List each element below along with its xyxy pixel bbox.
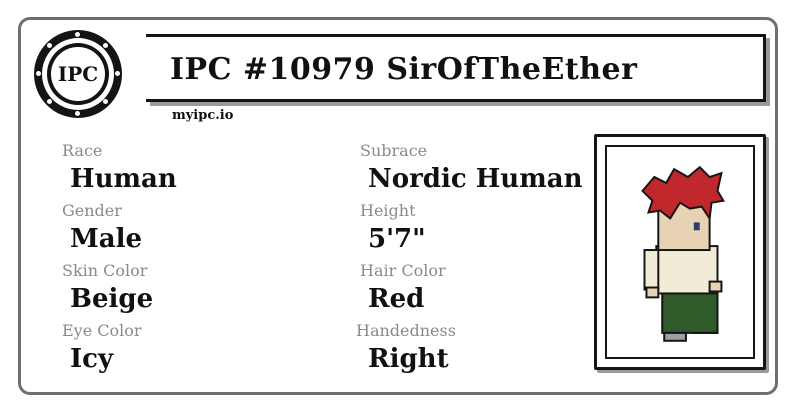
eye-color-label: Eye Color: [62, 321, 142, 340]
skin-color-label: Skin Color: [62, 261, 148, 280]
eye-color-value: Icy: [70, 344, 114, 374]
subrace-value: Nordic Human: [368, 164, 583, 194]
race-label: Race: [62, 141, 103, 160]
subrace-label: Subrace: [360, 141, 428, 160]
card-title: IPC #10979 SirOfTheEther: [170, 52, 638, 87]
height-label: Height: [360, 201, 416, 220]
hair-color-value: Red: [368, 284, 425, 314]
seal-dot: [47, 43, 52, 48]
seal-text: IPC: [57, 62, 99, 86]
seal-dot: [103, 99, 108, 104]
seal-dot: [75, 111, 80, 116]
seal-dot: [103, 43, 108, 48]
seal-dot: [47, 99, 52, 104]
seal-dot: [115, 71, 120, 76]
ipc-seal-logo: IPC: [34, 30, 122, 118]
handedness-label: Handedness: [356, 321, 456, 340]
race-value: Human: [70, 164, 177, 194]
seal-dot: [75, 32, 80, 37]
hair-color-label: Hair Color: [360, 261, 446, 280]
portrait-panel: [605, 145, 755, 359]
gender-label: Gender: [62, 201, 122, 220]
height-value: 5'7": [368, 224, 426, 254]
character-portrait-icon: [641, 165, 725, 342]
seal-center: IPC: [51, 47, 105, 101]
site-link[interactable]: myipc.io: [172, 108, 233, 123]
gender-value: Male: [70, 224, 143, 254]
skin-color-value: Beige: [70, 284, 154, 314]
handedness-value: Right: [368, 344, 449, 374]
portrait-frame: [594, 134, 766, 370]
seal-dot: [36, 71, 41, 76]
